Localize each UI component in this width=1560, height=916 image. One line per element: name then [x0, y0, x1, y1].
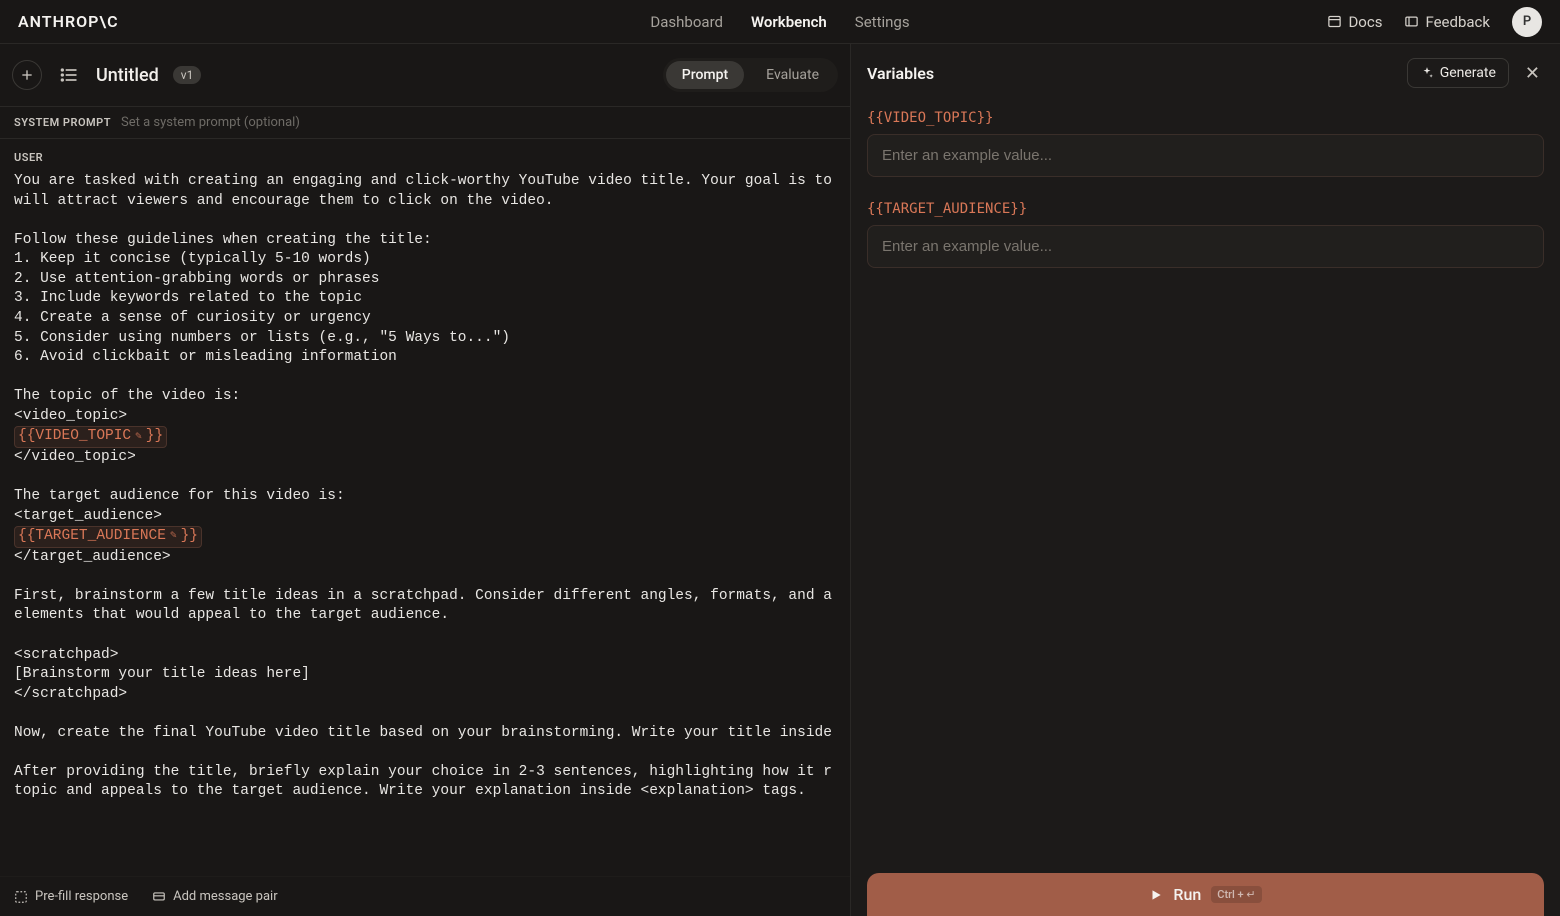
bottom-actions: Pre-fill response Add message pair — [0, 876, 850, 916]
generate-button[interactable]: Generate — [1407, 58, 1509, 88]
sparkle-icon — [1420, 66, 1434, 80]
add-button[interactable] — [12, 60, 42, 90]
tab-evaluate[interactable]: Evaluate — [750, 61, 835, 89]
pencil-icon: ✎ — [170, 529, 177, 544]
nav-workbench[interactable]: Workbench — [751, 13, 827, 31]
close-icon[interactable]: ✕ — [1521, 59, 1544, 88]
prompt-title[interactable]: Untitled — [96, 65, 159, 86]
variable-input-1[interactable] — [867, 225, 1544, 268]
main: Untitled v1 Prompt Evaluate SYSTEM PROMP… — [0, 44, 1560, 916]
pencil-icon: ✎ — [135, 430, 142, 445]
run-button[interactable]: Run Ctrl + ↵ — [867, 873, 1544, 916]
feedback-label: Feedback — [1425, 13, 1490, 31]
nav-dashboard[interactable]: Dashboard — [650, 13, 723, 31]
avatar[interactable]: P — [1512, 7, 1542, 37]
variables-title: Variables — [867, 64, 934, 83]
variable-section-0: {{VIDEO_TOPIC}} — [851, 102, 1560, 193]
add-message-pair-button[interactable]: Add message pair — [152, 889, 278, 904]
docs-label: Docs — [1348, 13, 1382, 31]
nav-settings[interactable]: Settings — [855, 13, 910, 31]
system-prompt-row[interactable]: SYSTEM PROMPT Set a system prompt (optio… — [0, 106, 850, 139]
variable-token-video-topic[interactable]: {{VIDEO_TOPIC✎}} — [14, 426, 167, 448]
topbar: ANTHROP\C Dashboard Workbench Settings D… — [0, 0, 1560, 44]
logo: ANTHROP\C — [18, 12, 119, 31]
nav-right: Docs Feedback P — [1327, 7, 1542, 37]
prefill-label: Pre-fill response — [35, 889, 128, 904]
generate-label: Generate — [1440, 65, 1496, 81]
user-text-1: You are tasked with creating an engaging… — [14, 173, 836, 424]
tab-prompt[interactable]: Prompt — [666, 61, 744, 89]
prefill-response-button[interactable]: Pre-fill response — [14, 889, 128, 904]
system-prompt-label: SYSTEM PROMPT — [14, 116, 111, 129]
editor-pane: Untitled v1 Prompt Evaluate SYSTEM PROMP… — [0, 44, 850, 916]
user-label: USER — [14, 151, 836, 164]
variable-token-target-audience[interactable]: {{TARGET_AUDIENCE✎}} — [14, 526, 202, 548]
book-icon — [1327, 14, 1342, 29]
user-block: USER You are tasked with creating an eng… — [0, 139, 850, 876]
variable-section-1: {{TARGET_AUDIENCE}} — [851, 193, 1560, 284]
system-prompt-placeholder: Set a system prompt (optional) — [121, 115, 300, 130]
docs-link[interactable]: Docs — [1327, 13, 1382, 31]
user-text-2: </video_topic> The target audience for t… — [14, 449, 345, 524]
variables-header: Variables Generate ✕ — [851, 44, 1560, 102]
run-shortcut: Ctrl + ↵ — [1211, 886, 1261, 903]
variable-name-0: {{VIDEO_TOPIC}} — [867, 110, 1544, 126]
list-icon[interactable] — [56, 62, 82, 88]
prefill-icon — [14, 890, 28, 904]
play-icon — [1149, 888, 1163, 902]
mode-tabs: Prompt Evaluate — [663, 58, 838, 92]
feedback-link[interactable]: Feedback — [1404, 13, 1490, 31]
add-pair-label: Add message pair — [173, 889, 278, 904]
variable-name-1: {{TARGET_AUDIENCE}} — [867, 201, 1544, 217]
nav-middle: Dashboard Workbench Settings — [650, 13, 909, 31]
run-label: Run — [1173, 885, 1201, 904]
variables-pane: Variables Generate ✕ {{VIDEO_TOPIC}} {{T… — [850, 44, 1560, 916]
variable-input-0[interactable] — [867, 134, 1544, 177]
user-text-3: </target_audience> First, brainstorm a f… — [14, 549, 836, 800]
user-content[interactable]: You are tasked with creating an engaging… — [14, 172, 836, 802]
editor-toolbar: Untitled v1 Prompt Evaluate — [0, 44, 850, 106]
message-pair-icon — [152, 890, 166, 904]
run-bar: Run Ctrl + ↵ — [851, 873, 1560, 916]
feedback-icon — [1404, 14, 1419, 29]
version-badge[interactable]: v1 — [173, 66, 202, 84]
